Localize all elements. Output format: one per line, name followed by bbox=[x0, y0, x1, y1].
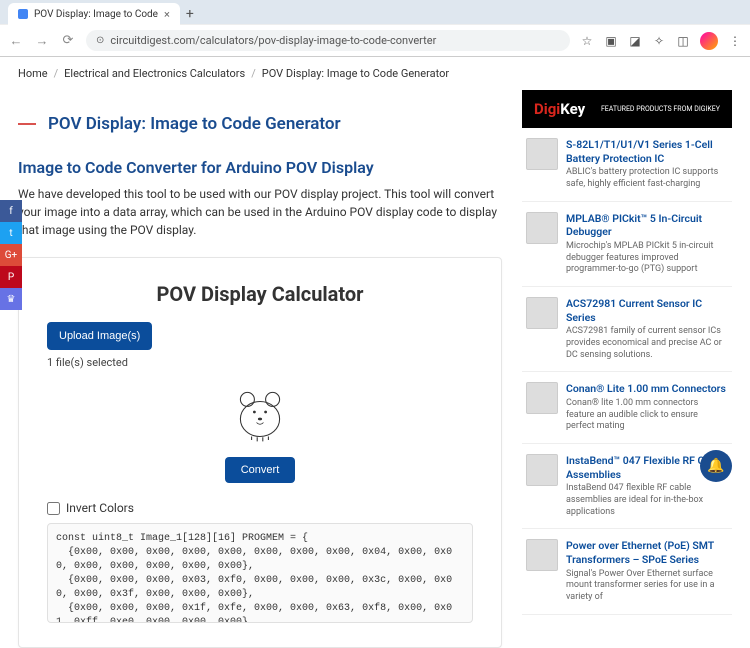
product-item[interactable]: InstaBend™ 047 Flexible RF Cable Assembl… bbox=[522, 444, 732, 529]
browser-tab[interactable]: POV Display: Image to Code × bbox=[8, 3, 180, 25]
panel-icon[interactable]: ◫ bbox=[676, 34, 690, 48]
avatar[interactable] bbox=[700, 32, 718, 50]
product-name[interactable]: ACS72981 Current Sensor IC Series bbox=[566, 297, 728, 324]
product-desc: Signal's Power Over Ethernet surface mou… bbox=[566, 569, 728, 604]
product-item[interactable]: Conan® Lite 1.00 mm Connectors Conan® lit… bbox=[522, 372, 732, 444]
star-icon[interactable]: ☆ bbox=[580, 34, 594, 48]
digikey-tagline: FEATURED PRODUCTS FROM DIGIKEY bbox=[601, 105, 720, 113]
digikey-header: DigiKey FEATURED PRODUCTS FROM DIGIKEY bbox=[522, 90, 732, 128]
favicon bbox=[18, 9, 28, 19]
reload-button[interactable]: ⟳ bbox=[60, 33, 76, 48]
invert-checkbox[interactable] bbox=[47, 502, 60, 515]
product-thumb bbox=[526, 539, 558, 571]
product-name[interactable]: S-82L1/T1/U1/V1 Series 1-Cell Battery Pr… bbox=[566, 138, 728, 165]
extensions-menu-icon[interactable]: ✧ bbox=[652, 34, 666, 48]
forward-button[interactable]: → bbox=[34, 33, 50, 49]
code-output[interactable]: const uint8_t Image_1[128][16] PROGMEM =… bbox=[47, 523, 473, 623]
product-desc: ABLIC's battery protection IC supports s… bbox=[566, 167, 728, 190]
google-plus-share-icon[interactable]: G+ bbox=[0, 244, 22, 266]
site-info-icon[interactable]: ⊙ bbox=[96, 35, 104, 46]
product-thumb bbox=[526, 297, 558, 329]
facebook-share-icon[interactable]: f bbox=[0, 200, 22, 222]
product-item[interactable]: Power over Ethernet (PoE) SMT Transforme… bbox=[522, 529, 732, 614]
product-desc: Microchip's MPLAB PICkit 5 in-circuit de… bbox=[566, 241, 728, 276]
breadcrumb-category[interactable]: Electrical and Electronics Calculators bbox=[64, 67, 245, 80]
product-desc: ACS72981 family of current sensor ICs pr… bbox=[566, 326, 728, 361]
invert-label: Invert Colors bbox=[66, 501, 134, 515]
tab-title: POV Display: Image to Code bbox=[34, 9, 158, 20]
address-bar[interactable]: ⊙ circuitdigest.com/calculators/pov-disp… bbox=[86, 30, 570, 51]
product-desc: Conan® lite 1.00 mm connectors feature a… bbox=[566, 398, 728, 433]
new-tab-button[interactable]: + bbox=[180, 4, 200, 24]
close-icon[interactable]: × bbox=[164, 8, 170, 21]
breadcrumb-home[interactable]: Home bbox=[18, 67, 48, 80]
product-item[interactable]: ACS72981 Current Sensor IC SeriesACS7298… bbox=[522, 287, 732, 372]
section-heading: Image to Code Converter for Arduino POV … bbox=[18, 158, 502, 177]
digikey-logo: DigiKey bbox=[534, 100, 585, 118]
product-thumb bbox=[526, 382, 558, 414]
product-item[interactable]: S-82L1/T1/U1/V1 Series 1-Cell Battery Pr… bbox=[522, 128, 732, 202]
convert-button[interactable]: Convert bbox=[225, 457, 296, 483]
twitter-share-icon[interactable]: t bbox=[0, 222, 22, 244]
product-name[interactable]: MPLAB® PICkit™ 5 In-Circuit Debugger bbox=[566, 212, 728, 239]
page-title: POV Display: Image to Code Generator bbox=[48, 114, 341, 134]
section-description: We have developed this tool to be used w… bbox=[18, 185, 502, 239]
share-bar: f t G+ P ♛ bbox=[0, 200, 22, 310]
notifications-fab[interactable]: 🔔 bbox=[700, 450, 732, 482]
product-thumb bbox=[526, 138, 558, 170]
extension-icon[interactable]: ▣ bbox=[604, 34, 618, 48]
url-text: circuitdigest.com/calculators/pov-displa… bbox=[110, 34, 436, 47]
file-status: 1 file(s) selected bbox=[47, 356, 473, 369]
breadcrumb-page: POV Display: Image to Code Generator bbox=[262, 67, 449, 80]
invert-colors-row[interactable]: Invert Colors bbox=[47, 501, 473, 515]
upload-button[interactable]: Upload Image(s) bbox=[47, 322, 152, 350]
product-thumb bbox=[526, 212, 558, 244]
product-desc: InstaBend 047 flexible RF cable assembli… bbox=[566, 483, 728, 518]
sidebar: DigiKey FEATURED PRODUCTS FROM DIGIKEY S… bbox=[522, 90, 732, 648]
product-item[interactable]: MPLAB® PICkit™ 5 In-Circuit DebuggerMicr… bbox=[522, 202, 732, 287]
breadcrumb: Home / Electrical and Electronics Calcul… bbox=[0, 57, 750, 90]
calculator-card: POV Display Calculator Upload Image(s) 1… bbox=[18, 257, 502, 648]
product-thumb bbox=[526, 454, 558, 486]
bell-icon: 🔔 bbox=[707, 458, 724, 474]
share-widget-icon[interactable]: ♛ bbox=[0, 288, 22, 310]
extension-icon-2[interactable]: ◪ bbox=[628, 34, 642, 48]
back-button[interactable]: ← bbox=[8, 33, 24, 49]
product-name[interactable]: Power over Ethernet (PoE) SMT Transforme… bbox=[566, 539, 728, 566]
calculator-title: POV Display Calculator bbox=[47, 282, 473, 306]
pinterest-share-icon[interactable]: P bbox=[0, 266, 22, 288]
accent-dash bbox=[18, 123, 36, 125]
preview-image bbox=[225, 377, 295, 447]
product-name[interactable]: Conan® Lite 1.00 mm Connectors bbox=[566, 382, 728, 396]
menu-icon[interactable]: ⋮ bbox=[728, 34, 742, 48]
